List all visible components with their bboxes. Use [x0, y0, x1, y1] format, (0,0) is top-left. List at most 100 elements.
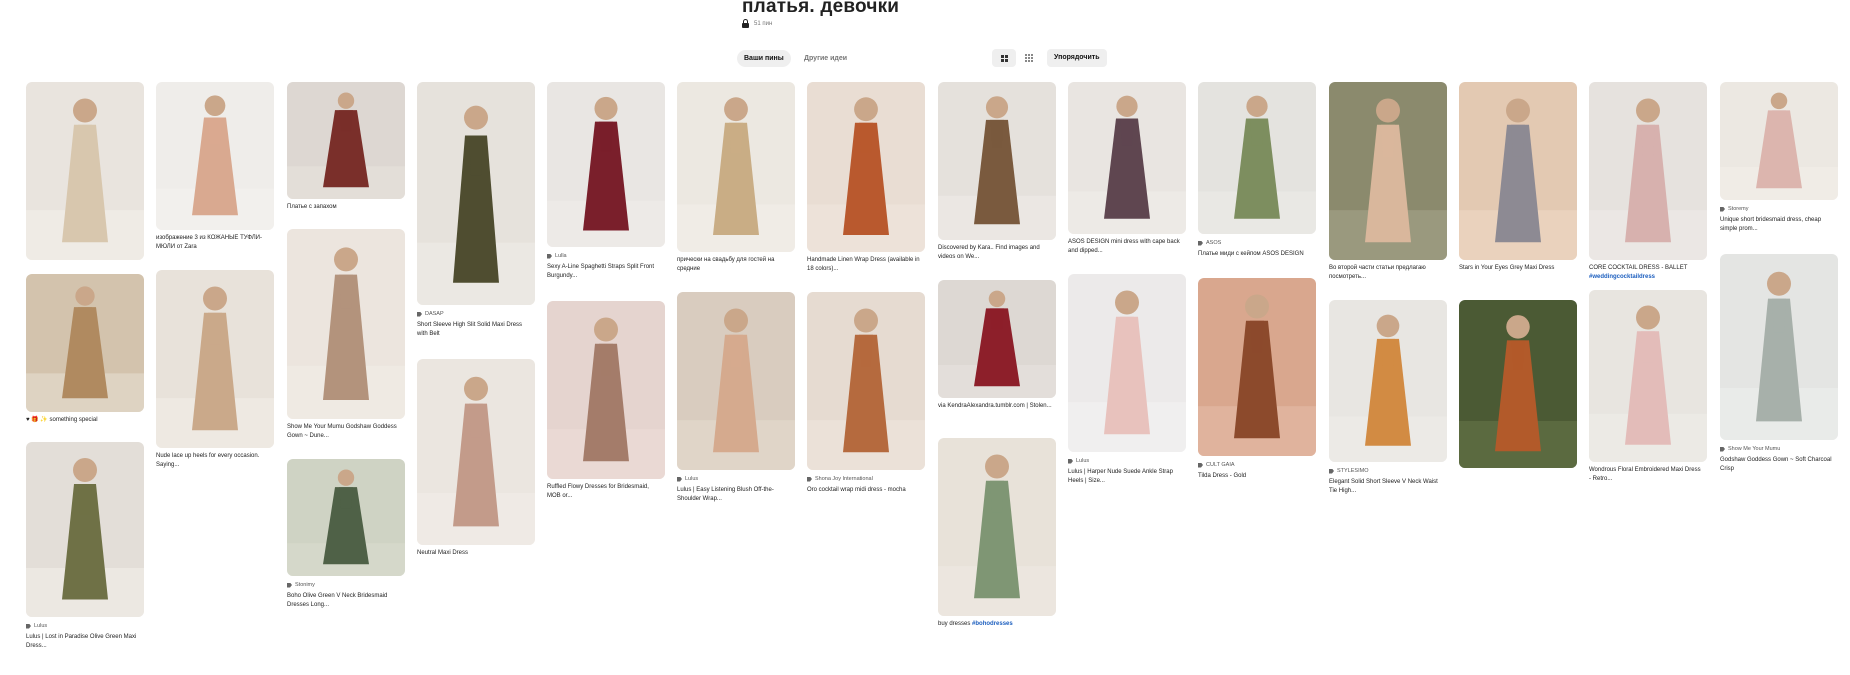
pin-card[interactable]: Lulus Lulus | Lost in Paradise Olive Gree…: [26, 442, 144, 651]
pin-caption: buy dresses #bohodresses: [938, 620, 1056, 629]
pin-image[interactable]: [807, 82, 925, 252]
pin-image[interactable]: [1068, 274, 1186, 452]
pin-image[interactable]: [417, 82, 535, 305]
pin-image[interactable]: [417, 359, 535, 545]
pin-source[interactable]: STYLESIMO: [1329, 468, 1447, 474]
pin-image[interactable]: [1329, 300, 1447, 462]
pin-source[interactable]: Shona Joy International: [807, 476, 925, 482]
pin-card[interactable]: Wondrous Floral Embroidered Maxi Dress -…: [1589, 290, 1707, 484]
pin-source[interactable]: ASOS: [1198, 240, 1316, 246]
pin-image[interactable]: [677, 292, 795, 470]
pin-image[interactable]: [1459, 300, 1577, 468]
pin-image[interactable]: [1068, 82, 1186, 234]
pin-card[interactable]: Stonimy Boho Olive Green V Neck Bridesmai…: [287, 459, 405, 610]
pin-card[interactable]: ASOS Платье миди с кейпом ASOS DESIGN: [1198, 82, 1316, 259]
photo-placeholder-icon: [1068, 82, 1186, 234]
pin-source[interactable]: Lulus: [26, 623, 144, 629]
pin-card[interactable]: Stars in Your Eyes Grey Maxi Dress: [1459, 82, 1577, 273]
pin-image[interactable]: [26, 442, 144, 617]
grid-view-button[interactable]: [992, 49, 1016, 67]
pin-card[interactable]: via KendraAlexandra.tumblr.com | Stolen.…: [938, 280, 1056, 411]
pin-image[interactable]: [1198, 278, 1316, 456]
pin-image[interactable]: [1329, 82, 1447, 260]
pin-source[interactable]: DASAP: [417, 311, 535, 317]
pin-card[interactable]: Nude lace up heels for every occasion. S…: [156, 270, 274, 470]
tab-more-ideas[interactable]: Другие идеи: [797, 50, 854, 67]
pin-image[interactable]: [807, 292, 925, 470]
dense-grid-view-button[interactable]: [1017, 49, 1041, 67]
pin-card[interactable]: Discovered by Kara.. Find images and vid…: [938, 82, 1056, 262]
pin-image[interactable]: [547, 82, 665, 247]
pin-card[interactable]: Lulla Sexy A-Line Spaghetti Straps Split …: [547, 82, 665, 281]
pin-card[interactable]: Show Me Your Mumu Godshaw Goddess Gown ~…: [287, 229, 405, 441]
pin-card[interactable]: STYLESIMO Elegant Solid Short Sleeve V Ne…: [1329, 300, 1447, 496]
pin-card[interactable]: Во второй части статьи предлагаю посмотр…: [1329, 82, 1447, 282]
tag-icon: [1329, 468, 1334, 474]
pin-hashtag[interactable]: #weddingcocktaildress: [1589, 274, 1655, 280]
photo-placeholder-icon: [26, 442, 144, 617]
pin-card[interactable]: DASAP Short Sleeve High Slit Solid Maxi D…: [417, 82, 535, 339]
pin-image[interactable]: [1720, 254, 1838, 440]
pin-image[interactable]: [938, 438, 1056, 616]
pin-source[interactable]: Lulus: [677, 476, 795, 482]
tag-icon: [1720, 446, 1725, 452]
pin-image[interactable]: [287, 82, 405, 199]
pin-caption: Oro cocktail wrap midi dress - mocha: [807, 486, 925, 495]
pin-image[interactable]: [287, 459, 405, 576]
pin-image[interactable]: [156, 270, 274, 448]
tag-icon: [1198, 462, 1203, 468]
pin-card[interactable]: Neutral Maxi Dress: [417, 359, 535, 558]
pin-card[interactable]: изображение 3 из КОЖАНЫЕ ТУФЛИ-МЮЛИ от Z…: [156, 82, 274, 252]
pin-card[interactable]: прически на свадьбу для гостей на средни…: [677, 82, 795, 274]
pin-caption: Платье миди с кейпом ASOS DESIGN: [1198, 250, 1316, 259]
pin-image[interactable]: [938, 82, 1056, 240]
pin-card[interactable]: Show Me Your Mumu Godshaw Goddess Gown ~ …: [1720, 254, 1838, 474]
tab-your-pins[interactable]: Ваши пины: [737, 50, 791, 67]
pin-card[interactable]: Платье с запахом: [287, 82, 405, 212]
pin-card[interactable]: ♥ 🎁 ✨ something special: [26, 274, 144, 425]
pin-image[interactable]: [156, 82, 274, 230]
pin-image[interactable]: [938, 280, 1056, 398]
pin-source[interactable]: Stonimy: [287, 582, 405, 588]
pin-caption-text: buy dresses: [938, 621, 971, 627]
pin-caption: Short Sleeve High Slit Solid Maxi Dress …: [417, 321, 535, 339]
pin-card[interactable]: Lulus Lulus | Harper Nude Suede Ankle Str…: [1068, 274, 1186, 486]
pin-caption: изображение 3 из КОЖАНЫЕ ТУФЛИ-МЮЛИ от Z…: [156, 234, 274, 252]
pin-hashtag[interactable]: #bohodresses: [972, 621, 1013, 627]
pin-card[interactable]: [1459, 300, 1577, 468]
photo-placeholder-icon: [807, 292, 925, 470]
pin-source[interactable]: Show Me Your Mumu: [1720, 446, 1838, 452]
pin-count: 51 пин: [754, 20, 773, 27]
photo-placeholder-icon: [417, 359, 535, 545]
pin-image[interactable]: [26, 82, 144, 260]
pin-image[interactable]: [1720, 82, 1838, 200]
pin-card[interactable]: buy dresses #bohodresses: [938, 438, 1056, 629]
pin-source[interactable]: Lulla: [547, 253, 665, 259]
pin-card[interactable]: Handmade Linen Wrap Dress (available in …: [807, 82, 925, 274]
pin-card[interactable]: Lulus Lulus | Easy Listening Blush Off-th…: [677, 292, 795, 504]
pin-image[interactable]: [26, 274, 144, 412]
pin-card[interactable]: Storemy Unique short bridesmaid dress, ch…: [1720, 82, 1838, 234]
pin-source[interactable]: CULT GAIA: [1198, 462, 1316, 468]
pin-image[interactable]: [1459, 82, 1577, 260]
pin-image[interactable]: [1589, 290, 1707, 462]
pin-card[interactable]: Ruffled Flowy Dresses for Bridesmaid, MO…: [547, 301, 665, 501]
pin-image[interactable]: [547, 301, 665, 479]
pin-image[interactable]: [677, 82, 795, 252]
lock-icon: [742, 19, 749, 28]
pin-image[interactable]: [287, 229, 405, 419]
pin-source[interactable]: Lulus: [1068, 458, 1186, 464]
pin-card[interactable]: Shona Joy International Oro cocktail wrap…: [807, 292, 925, 495]
pin-card[interactable]: CULT GAIA Tilda Dress - Gold: [1198, 278, 1316, 481]
organize-button[interactable]: Упорядочить: [1047, 49, 1107, 67]
photo-placeholder-icon: [938, 438, 1056, 616]
pin-source[interactable]: Storemy: [1720, 206, 1838, 212]
pin-caption: Unique short bridesmaid dress, cheap sim…: [1720, 216, 1838, 234]
pin-image[interactable]: [1198, 82, 1316, 234]
tag-icon: [26, 623, 31, 629]
pin-image[interactable]: [1589, 82, 1707, 260]
pin-card[interactable]: ASOS DESIGN mini dress with cape back an…: [1068, 82, 1186, 256]
pin-card[interactable]: CORE COCKTAIL DRESS - BALLET #weddingcoc…: [1589, 82, 1707, 282]
tag-icon: [417, 311, 422, 317]
pin-card[interactable]: [26, 82, 144, 260]
